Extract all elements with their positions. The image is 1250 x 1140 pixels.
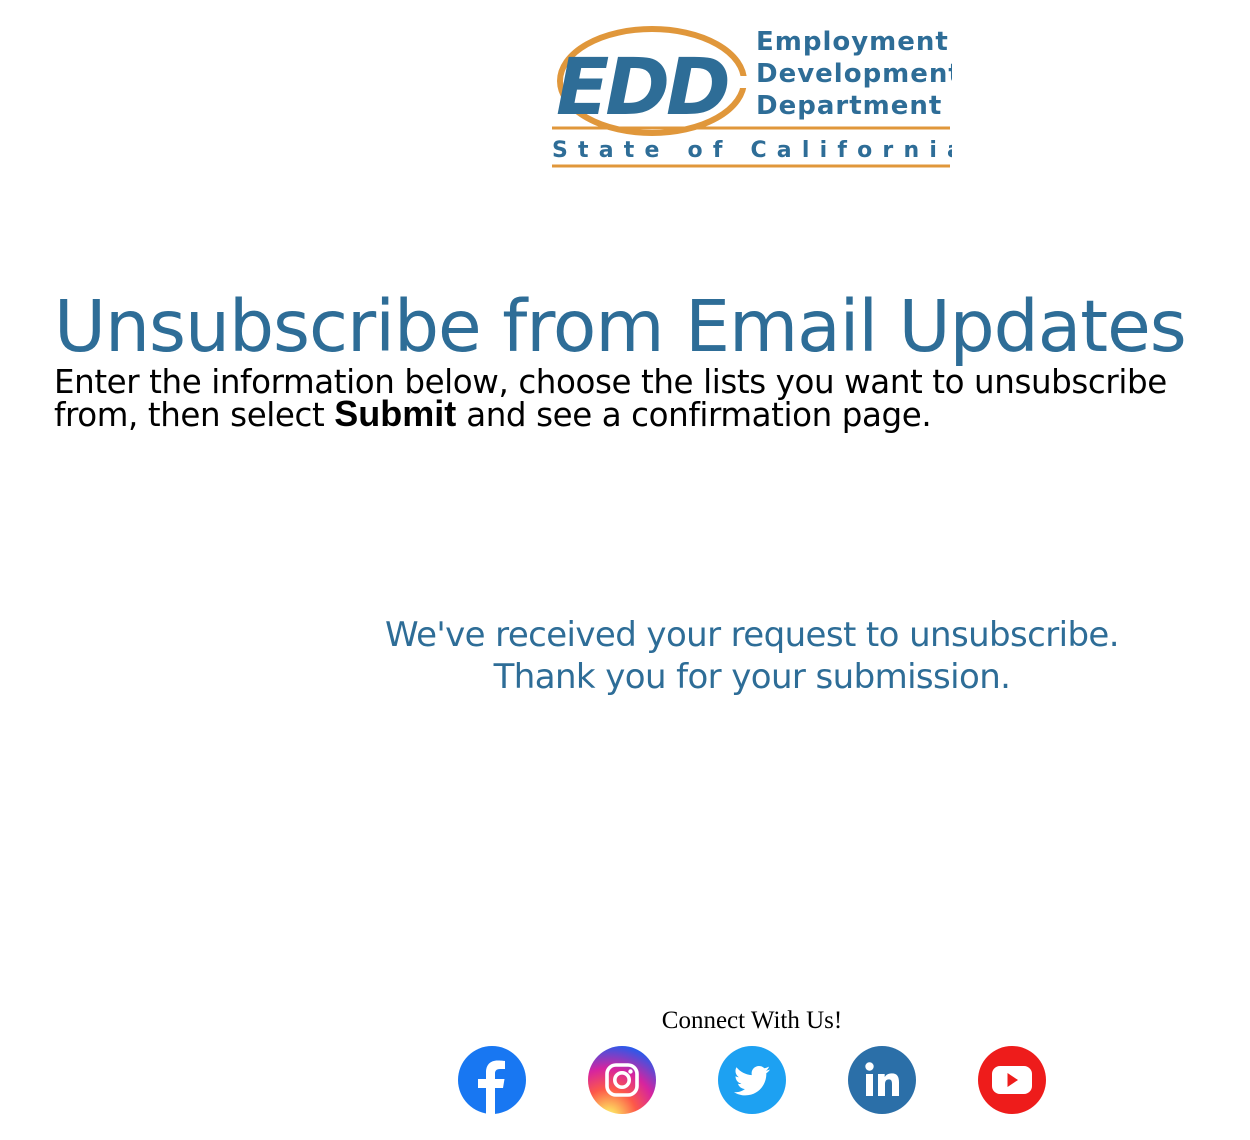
svg-text:Employment: Employment: [756, 27, 949, 57]
svg-text:State of California: State of California: [552, 138, 952, 163]
facebook-link[interactable]: [458, 1046, 526, 1114]
instructions-after: and see a confirmation page.: [456, 396, 932, 434]
svg-text:Development: Development: [756, 59, 952, 89]
submit-emphasis: Submit: [334, 393, 457, 434]
page-title: Unsubscribe from Email Updates: [54, 285, 1187, 368]
instructions-text: Enter the information below, choose the …: [54, 366, 1234, 434]
facebook-icon: [458, 1046, 526, 1114]
youtube-link[interactable]: [978, 1046, 1046, 1114]
confirmation-line-2: Thank you for your submission.: [493, 657, 1011, 697]
svg-text:Department: Department: [756, 91, 942, 121]
twitter-link[interactable]: [718, 1046, 786, 1114]
linkedin-icon: [848, 1046, 916, 1114]
instagram-icon: [588, 1046, 656, 1114]
linkedin-link[interactable]: [848, 1046, 916, 1114]
youtube-icon: [978, 1046, 1046, 1114]
edd-logo: EDD Employment Development Department St…: [552, 26, 952, 170]
twitter-icon: [718, 1046, 786, 1114]
confirmation-line-1: We've received your request to unsubscri…: [385, 615, 1120, 655]
instagram-link[interactable]: [588, 1046, 656, 1114]
confirmation-message: We've received your request to unsubscri…: [252, 614, 1250, 698]
connect-heading: Connect With Us!: [661, 1007, 843, 1034]
svg-text:EDD: EDD: [556, 43, 728, 133]
